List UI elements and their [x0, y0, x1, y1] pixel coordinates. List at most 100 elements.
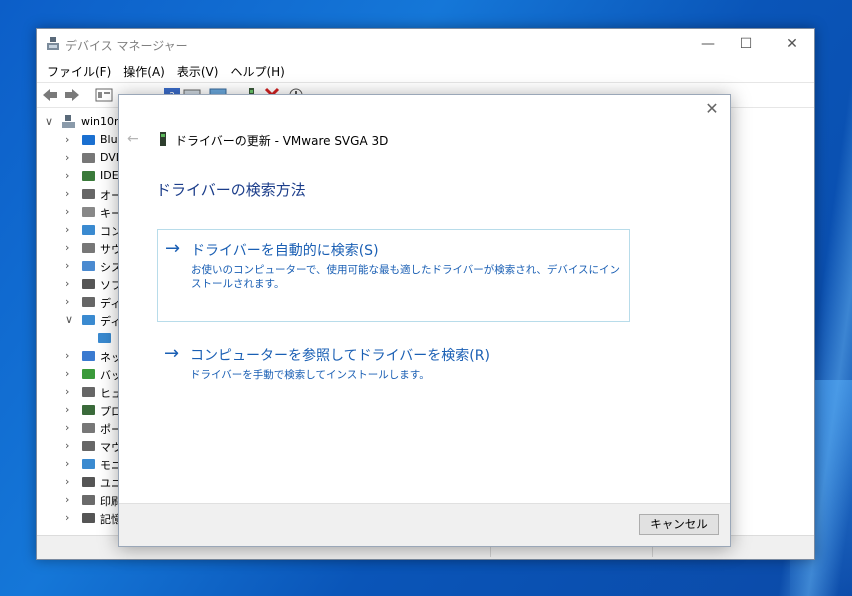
menu-view[interactable]: 表示(V)	[171, 60, 225, 82]
tree-item[interactable]: › バッ	[37, 365, 121, 383]
chevron-right-icon[interactable]: ›	[65, 151, 75, 164]
update-driver-dialog: ✕ ← ドライバーの更新 - VMware SVGA 3D ドライバーの検索方法…	[118, 94, 731, 547]
properties-icon[interactable]	[95, 87, 113, 103]
storage-icon	[82, 513, 95, 523]
computer-icon	[62, 115, 75, 128]
audio-io-icon	[82, 189, 95, 199]
menu-help[interactable]: ヘルプ(H)	[224, 60, 290, 82]
back-arrow-icon[interactable]: ←	[127, 131, 139, 147]
chevron-right-icon[interactable]: ›	[65, 223, 75, 236]
menu-bar: ファイル(F) 操作(A) 表示(V) ヘルプ(H)	[37, 60, 814, 82]
processor-icon	[82, 405, 95, 415]
auto-search-title: ドライバーを自動的に検索(S)	[191, 243, 379, 259]
tree-item[interactable]: › 記憶	[37, 509, 121, 527]
network-icon	[82, 351, 95, 361]
back-arrow-icon[interactable]	[41, 87, 59, 103]
chevron-right-icon[interactable]: ›	[65, 349, 75, 362]
tree-item-label: ディ	[100, 297, 120, 310]
chevron-right-icon[interactable]: ›	[65, 277, 75, 290]
tree-item[interactable]: › サウ	[37, 239, 121, 257]
close-button[interactable]: ✕	[769, 29, 815, 60]
chevron-right-icon[interactable]: ›	[65, 205, 75, 218]
tree-item[interactable]: ∨ ディ	[37, 311, 121, 329]
software-device-icon	[82, 279, 95, 289]
chevron-right-icon[interactable]: ›	[65, 241, 75, 254]
menu-action[interactable]: 操作(A)	[117, 60, 171, 82]
tree-item-label: ソフ	[100, 279, 120, 292]
chevron-right-icon[interactable]: ›	[65, 493, 75, 506]
tree-item[interactable]	[37, 329, 121, 347]
menu-file[interactable]: ファイル(F)	[41, 60, 117, 82]
tree-item-label: DVD	[100, 151, 120, 164]
browse-computer-option[interactable]: → コンピューターを参照してドライバーを検索(R) ドライバーを手動で検索してイ…	[157, 335, 630, 382]
tree-item-label: 記憶	[100, 513, 120, 526]
tree-item[interactable]: › IDE	[37, 167, 121, 185]
tree-item[interactable]: › モニ	[37, 455, 121, 473]
port-icon	[82, 423, 95, 433]
tree-item-label: プロ	[100, 405, 120, 418]
display-adapter-icon	[160, 132, 166, 146]
dialog-header-title: ドライバーの更新 - VMware SVGA 3D	[175, 134, 389, 148]
dvd-drive-icon	[82, 153, 95, 163]
device-manager-titlebar[interactable]: デバイス マネージャー — ☐ ✕	[37, 29, 814, 60]
keyboard-icon	[82, 207, 95, 217]
tree-item[interactable]: › ポー	[37, 419, 121, 437]
tree-item[interactable]: › マウ	[37, 437, 121, 455]
tree-item[interactable]: › シス	[37, 257, 121, 275]
chevron-right-icon[interactable]: ›	[65, 295, 75, 308]
chevron-right-icon[interactable]: ›	[65, 187, 75, 200]
arrow-right-icon: →	[164, 343, 180, 364]
ide-controller-icon	[82, 171, 95, 181]
mouse-icon	[82, 441, 95, 451]
tree-item-label: マウ	[100, 441, 120, 454]
dialog-close-icon[interactable]: ✕	[702, 99, 722, 119]
tree-item-label: コン	[100, 225, 120, 238]
tree-root-label: win10m	[81, 115, 121, 128]
chevron-right-icon[interactable]: ›	[65, 169, 75, 182]
chevron-right-icon[interactable]: ›	[65, 475, 75, 488]
arrow-right-icon: →	[165, 238, 181, 259]
chevron-right-icon[interactable]: ›	[65, 511, 75, 524]
chevron-right-icon[interactable]: ›	[65, 133, 75, 146]
tree-item-label: オー	[100, 189, 120, 202]
display-adapter-icon	[82, 315, 95, 325]
auto-search-option[interactable]: → ドライバーを自動的に検索(S) お使いのコンピューターで、使用可能な最も適し…	[157, 229, 630, 322]
tree-item[interactable]: › オー	[37, 185, 121, 203]
tree-item-label: ヒュ	[100, 387, 120, 400]
tree-item-label: バッ	[100, 369, 120, 382]
tree-root[interactable]: ∨ win10m	[37, 113, 121, 131]
chevron-down-icon[interactable]: ∨	[65, 313, 75, 326]
browse-computer-title: コンピューターを参照してドライバーを検索(R)	[190, 348, 490, 364]
forward-arrow-icon[interactable]	[63, 87, 81, 103]
chevron-right-icon[interactable]: ›	[65, 439, 75, 452]
chevron-right-icon[interactable]: ›	[65, 457, 75, 470]
tree-item[interactable]: › ソフ	[37, 275, 121, 293]
tree-item-label: ディ	[100, 315, 120, 328]
tree-item[interactable]: › 印刷	[37, 491, 121, 509]
tree-item[interactable]: › キー	[37, 203, 121, 221]
tree-item[interactable]: › ヒュ	[37, 383, 121, 401]
monitor-icon	[82, 459, 95, 469]
tree-item[interactable]: › ディ	[37, 293, 121, 311]
chevron-right-icon[interactable]: ›	[65, 403, 75, 416]
tree-item[interactable]: › ネッ	[37, 347, 121, 365]
tree-item-label: モニ	[100, 459, 120, 472]
maximize-button[interactable]: ☐	[723, 29, 769, 60]
cancel-button[interactable]: キャンセル	[639, 514, 719, 535]
tree-item[interactable]: › Blu	[37, 131, 121, 149]
tree-item-label: Blu	[100, 133, 118, 146]
chevron-right-icon[interactable]: ›	[65, 259, 75, 272]
battery-icon	[82, 369, 95, 379]
chevron-right-icon[interactable]: ›	[65, 421, 75, 434]
display-adapter-child-icon	[98, 333, 111, 343]
tree-item[interactable]: › ユニ	[37, 473, 121, 491]
dialog-heading: ドライバーの検索方法	[156, 181, 306, 199]
chevron-right-icon[interactable]: ›	[65, 385, 75, 398]
chevron-down-icon[interactable]: ∨	[45, 115, 55, 128]
tree-item[interactable]: › DVD	[37, 149, 121, 167]
tree-item[interactable]: › プロ	[37, 401, 121, 419]
tree-item[interactable]: › コン	[37, 221, 121, 239]
sound-icon	[82, 243, 95, 253]
bluetooth-icon	[82, 135, 95, 145]
chevron-right-icon[interactable]: ›	[65, 367, 75, 380]
